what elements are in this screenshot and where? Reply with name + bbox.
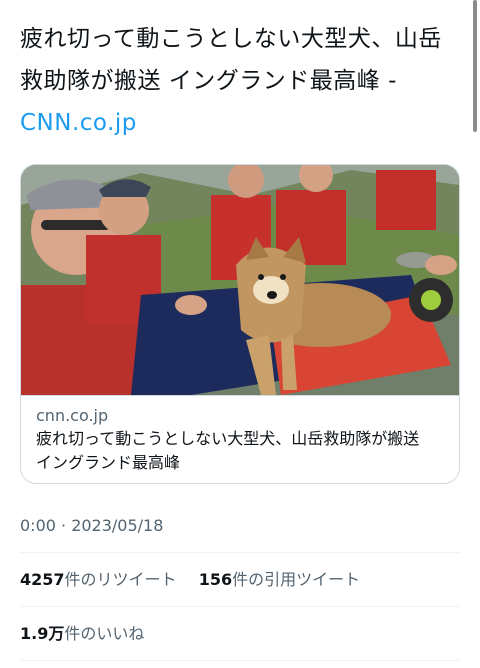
divider-middle [20, 606, 460, 607]
tweet-timestamp[interactable]: 0:00 · 2023/05/18 [20, 514, 163, 538]
likes-stat[interactable]: 1.9万件のいいね [20, 624, 144, 643]
tweet-text: 疲れ切って動こうとしない大型犬、山岳救助隊が搬送 イングランド最高峰 - CNN… [20, 18, 460, 144]
likes-label: 件のいいね [64, 624, 145, 643]
card-title: 疲れ切って動こうとしない大型犬、山岳救助隊が搬送 イングランド最高峰 [36, 429, 436, 472]
quotes-count: 156 [198, 570, 233, 589]
retweets-stat[interactable]: 4257件のリツイート [20, 570, 182, 589]
likes-count: 1.9万 [20, 624, 65, 643]
divider-top [20, 552, 460, 553]
card-domain: cnn.co.jp [36, 406, 109, 425]
retweet-quote-stats: 4257件のリツイート 156件の引用ツイート [20, 568, 460, 592]
card-meta: cnn.co.jp 疲れ切って動こうとしない大型犬、山岳救助隊が搬送 イングラン… [36, 405, 446, 475]
retweets-count: 4257 [20, 570, 65, 589]
card-image[interactable] [21, 165, 459, 396]
likes-stats: 1.9万件のいいね [20, 622, 460, 646]
tweet-link[interactable]: CNN.co.jp [20, 110, 137, 136]
tweet-body: 疲れ切って動こうとしない大型犬、山岳救助隊が搬送 イングランド最高峰 - [20, 26, 442, 94]
quotes-stat[interactable]: 156件の引用ツイート [194, 570, 361, 589]
divider-bottom [20, 660, 460, 661]
retweets-label: 件のリツイート [64, 570, 177, 589]
rescue-dog-photo-icon [21, 165, 459, 395]
link-preview-card[interactable]: cnn.co.jp 疲れ切って動こうとしない大型犬、山岳救助隊が搬送 イングラン… [20, 164, 460, 484]
quotes-label: 件の引用ツイート [232, 570, 361, 589]
scrollbar[interactable] [473, 0, 477, 132]
